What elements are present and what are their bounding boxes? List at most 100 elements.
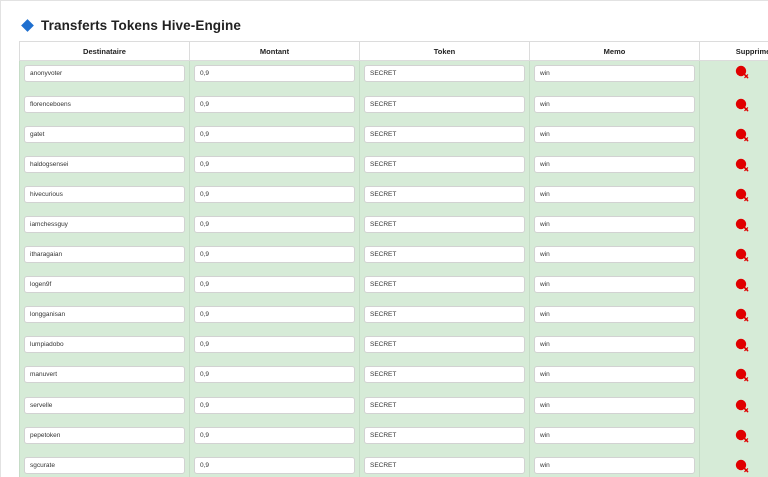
amount-cell: 0,9 [189, 241, 360, 272]
recipient-field[interactable]: hivecurious [24, 185, 185, 203]
delete-button[interactable] [735, 218, 749, 232]
recipient-field[interactable]: gatet [24, 125, 185, 143]
token-cell: SECRET [359, 331, 530, 362]
delete-button[interactable] [735, 248, 749, 262]
table-row: longganisan 0,9 SECRET win [19, 301, 768, 332]
delete-button[interactable] [735, 368, 749, 382]
delete-icon [735, 188, 749, 202]
recipient-field[interactable]: lumpiadobo [24, 336, 185, 354]
delete-button[interactable] [735, 278, 749, 292]
memo-field[interactable]: win [534, 155, 695, 173]
memo-field[interactable]: win [534, 366, 695, 384]
token-field[interactable]: SECRET [364, 215, 525, 233]
recipient-field[interactable]: haldogsensei [24, 155, 185, 173]
amount-field[interactable]: 0,9 [194, 426, 355, 444]
recipient-cell: hivecurious [19, 180, 190, 211]
memo-cell: win [529, 150, 700, 181]
amount-field[interactable]: 0,9 [194, 366, 355, 384]
token-field[interactable]: SECRET [364, 306, 525, 324]
recipient-field[interactable]: longganisan [24, 306, 185, 324]
amount-field[interactable]: 0,9 [194, 306, 355, 324]
token-field[interactable]: SECRET [364, 65, 525, 82]
token-cell: SECRET [359, 180, 530, 211]
token-field[interactable]: SECRET [364, 456, 525, 474]
delete-icon [735, 399, 749, 412]
amount-field[interactable]: 0,9 [194, 246, 355, 264]
token-field[interactable]: SECRET [364, 246, 525, 264]
token-field[interactable]: SECRET [364, 336, 525, 354]
token-field[interactable]: SECRET [364, 95, 525, 113]
amount-field[interactable]: 0,9 [194, 155, 355, 173]
delete-icon [735, 278, 749, 292]
memo-field[interactable]: win [534, 456, 695, 474]
delete-button[interactable] [735, 158, 749, 172]
recipient-field[interactable]: anonyvoter [24, 65, 185, 82]
amount-field[interactable]: 0,9 [194, 276, 355, 294]
token-field[interactable]: SECRET [364, 366, 525, 384]
transfers-table: Destinataire Montant Token Memo Supprime… [19, 41, 768, 477]
delete-button[interactable] [735, 128, 749, 142]
delete-cell [699, 301, 768, 332]
memo-field[interactable]: win [534, 215, 695, 233]
delete-cell [699, 60, 768, 91]
recipient-field[interactable]: servelle [24, 396, 185, 414]
token-field[interactable]: SECRET [364, 426, 525, 444]
memo-cell: win [529, 271, 700, 302]
memo-field[interactable]: win [534, 185, 695, 203]
delete-button[interactable] [735, 65, 749, 79]
memo-cell: win [529, 301, 700, 332]
delete-cell [699, 391, 768, 422]
delete-button[interactable] [735, 429, 749, 443]
table-header: Destinataire Montant Token Memo Supprime… [19, 41, 768, 61]
table-row: pepetoken 0,9 SECRET win [19, 421, 768, 452]
memo-field[interactable]: win [534, 306, 695, 324]
memo-cell: win [529, 421, 700, 452]
recipient-field[interactable]: pepetoken [24, 426, 185, 444]
amount-field[interactable]: 0,9 [194, 185, 355, 203]
memo-field[interactable]: win [534, 246, 695, 264]
header-row: Destinataire Montant Token Memo Supprime… [19, 41, 768, 61]
token-field[interactable]: SECRET [364, 155, 525, 173]
amount-field[interactable]: 0,9 [194, 336, 355, 354]
memo-field[interactable]: win [534, 396, 695, 414]
memo-field[interactable]: win [534, 95, 695, 113]
amount-cell: 0,9 [189, 210, 360, 242]
memo-cell: win [529, 361, 700, 392]
delete-button[interactable] [735, 188, 749, 202]
recipient-field[interactable]: itharagaian [24, 246, 185, 264]
recipient-field[interactable]: sgcurate [24, 456, 185, 474]
delete-button[interactable] [735, 459, 749, 473]
amount-field[interactable]: 0,9 [194, 95, 355, 113]
amount-field[interactable]: 0,9 [194, 65, 355, 82]
recipient-field[interactable]: manuvert [24, 366, 185, 384]
header-memo: Memo [529, 41, 700, 61]
recipient-field[interactable]: iamchessguy [24, 215, 185, 233]
amount-field[interactable]: 0,9 [194, 125, 355, 143]
delete-cell [699, 150, 768, 181]
token-field[interactable]: SECRET [364, 185, 525, 203]
amount-field[interactable]: 0,9 [194, 396, 355, 414]
delete-button[interactable] [735, 308, 749, 322]
amount-field[interactable]: 0,9 [194, 456, 355, 474]
token-field[interactable]: SECRET [364, 276, 525, 294]
table-row: haldogsensei 0,9 SECRET win [19, 150, 768, 181]
memo-cell: win [529, 451, 700, 477]
delete-button[interactable] [735, 98, 749, 112]
token-field[interactable]: SECRET [364, 125, 525, 143]
memo-field[interactable]: win [534, 125, 695, 143]
memo-field[interactable]: win [534, 336, 695, 354]
memo-field[interactable]: win [534, 426, 695, 444]
memo-field[interactable]: win [534, 276, 695, 294]
delete-cell [699, 241, 768, 272]
token-field[interactable]: SECRET [364, 396, 525, 414]
recipient-field[interactable]: florenceboens [24, 95, 185, 113]
header-token: Token [359, 41, 530, 61]
recipient-field[interactable]: logen9f [24, 276, 185, 294]
recipient-cell: logen9f [19, 271, 190, 302]
delete-button[interactable] [735, 399, 749, 413]
table-row: lumpiadobo 0,9 SECRET win [19, 331, 768, 362]
amount-field[interactable]: 0,9 [194, 215, 355, 233]
delete-button[interactable] [735, 338, 749, 352]
memo-field[interactable]: win [534, 65, 695, 82]
table-row: servelle 0,9 SECRET win [19, 391, 768, 422]
